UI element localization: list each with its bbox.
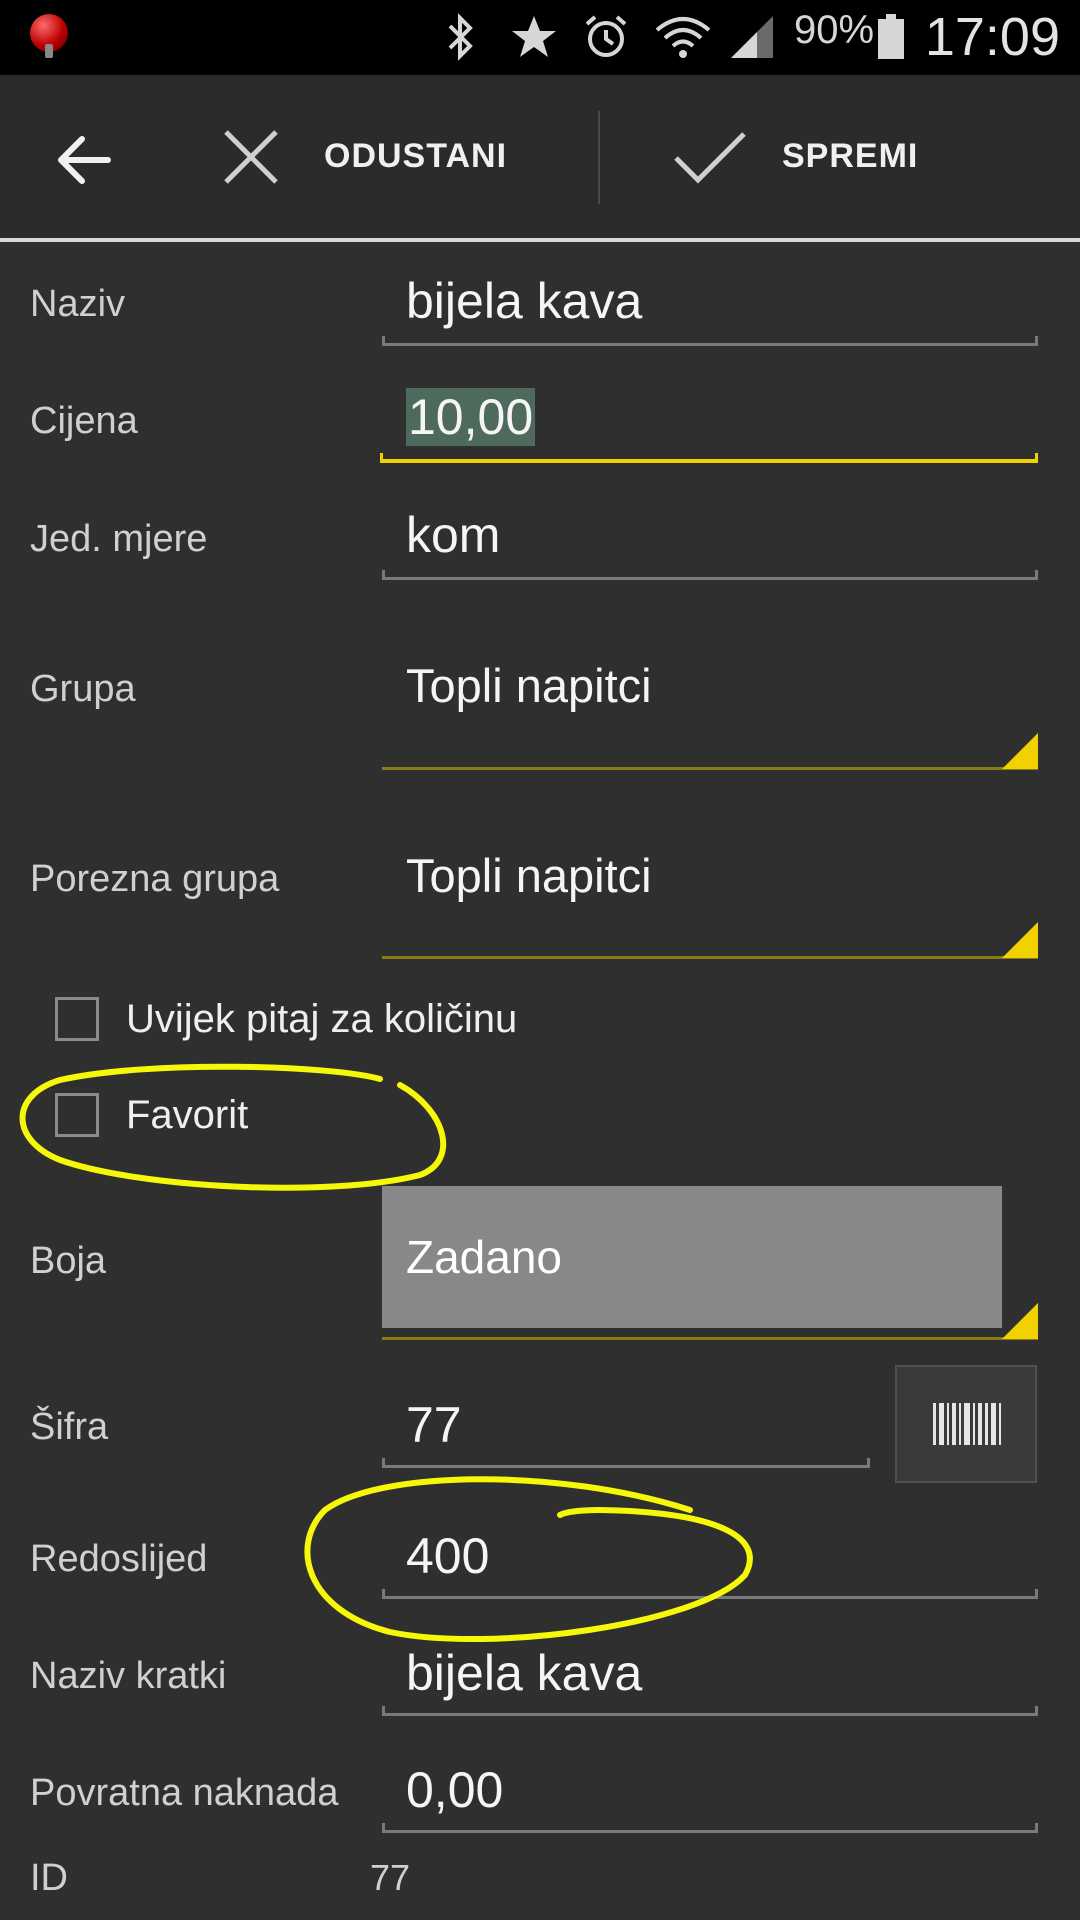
uvijek-pitaj-checkbox[interactable] (55, 997, 99, 1041)
id-value: 77 (370, 1857, 411, 1898)
grupa-dropdown-indicator (1002, 733, 1038, 769)
clock: 17:09 (924, 7, 1060, 67)
save-button[interactable]: SPREMI (672, 75, 918, 238)
povratna-naknada-label: Povratna naknada (30, 1772, 339, 1814)
naziv-kratki-label: Naziv kratki (30, 1655, 227, 1697)
screen: 90% 17:09 ODUSTANI SPREMI Naziv bijela k (0, 0, 1080, 1920)
jed-mjere-value[interactable]: kom (406, 506, 500, 564)
cijena-value[interactable]: 10,00 (406, 388, 536, 446)
povratna-naknada-underline (382, 1823, 1038, 1833)
back-arrow-icon[interactable] (50, 125, 120, 195)
wifi-icon (655, 17, 711, 58)
porezna-grupa-dropdown-indicator (1002, 922, 1038, 958)
close-icon (224, 129, 278, 184)
cancel-label: ODUSTANI (324, 137, 508, 175)
naziv-value[interactable]: bijela kava (406, 272, 642, 330)
action-bar-divider (598, 111, 600, 204)
barcode-scan-button[interactable] (895, 1365, 1037, 1483)
cijena-underline (380, 453, 1038, 463)
star-icon (512, 16, 556, 57)
favorit-label: Favorit (126, 1093, 249, 1137)
boja-color-swatch[interactable]: Zadano (382, 1186, 1002, 1328)
sifra-value[interactable]: 77 (406, 1396, 462, 1454)
alarm-icon (585, 15, 627, 57)
bluetooth-icon (448, 13, 473, 61)
cancel-button[interactable]: ODUSTANI (222, 75, 507, 238)
app-notification-icon (30, 14, 68, 58)
naziv-label: Naziv (30, 283, 126, 325)
action-bar: ODUSTANI SPREMI (0, 75, 1080, 242)
redoslijed-label: Redoslijed (30, 1538, 208, 1580)
redoslijed-value[interactable]: 400 (406, 1527, 489, 1585)
checkmark-icon (674, 131, 746, 184)
barcode-icon (933, 1403, 1001, 1445)
grupa-underline (382, 767, 1038, 770)
battery-percent: 90% (794, 8, 875, 52)
boja-label: Boja (30, 1240, 107, 1282)
uvijek-pitaj-label: Uvijek pitaj za količinu (126, 997, 518, 1041)
status-bar: 90% 17:09 (0, 0, 1080, 75)
porezna-grupa-value[interactable]: Topli napitci (406, 848, 652, 903)
naziv-kratki-value[interactable]: bijela kava (406, 1644, 642, 1702)
porezna-grupa-label: Porezna grupa (30, 858, 280, 900)
redoslijed-underline (382, 1589, 1038, 1599)
cijena-label: Cijena (30, 400, 138, 442)
sifra-label: Šifra (30, 1406, 109, 1448)
boja-underline (382, 1337, 1038, 1340)
naziv-underline (382, 336, 1038, 346)
battery-icon (878, 14, 904, 59)
povratna-naknada-value[interactable]: 0,00 (406, 1761, 503, 1819)
boja-value: Zadano (406, 1231, 563, 1283)
porezna-grupa-underline (382, 956, 1038, 959)
signal-icon (731, 16, 773, 58)
sifra-underline (382, 1458, 870, 1468)
grupa-value[interactable]: Topli napitci (406, 658, 652, 713)
id-label: ID (30, 1857, 68, 1899)
grupa-label: Grupa (30, 668, 136, 710)
naziv-kratki-underline (382, 1706, 1038, 1716)
save-label: SPREMI (782, 137, 919, 175)
jed-mjere-underline (382, 570, 1038, 580)
boja-dropdown-indicator (1002, 1303, 1038, 1339)
jed-mjere-label: Jed. mjere (30, 518, 208, 560)
favorit-checkbox[interactable] (55, 1093, 99, 1137)
redoslijed-annotation-circle (304, 1476, 753, 1642)
